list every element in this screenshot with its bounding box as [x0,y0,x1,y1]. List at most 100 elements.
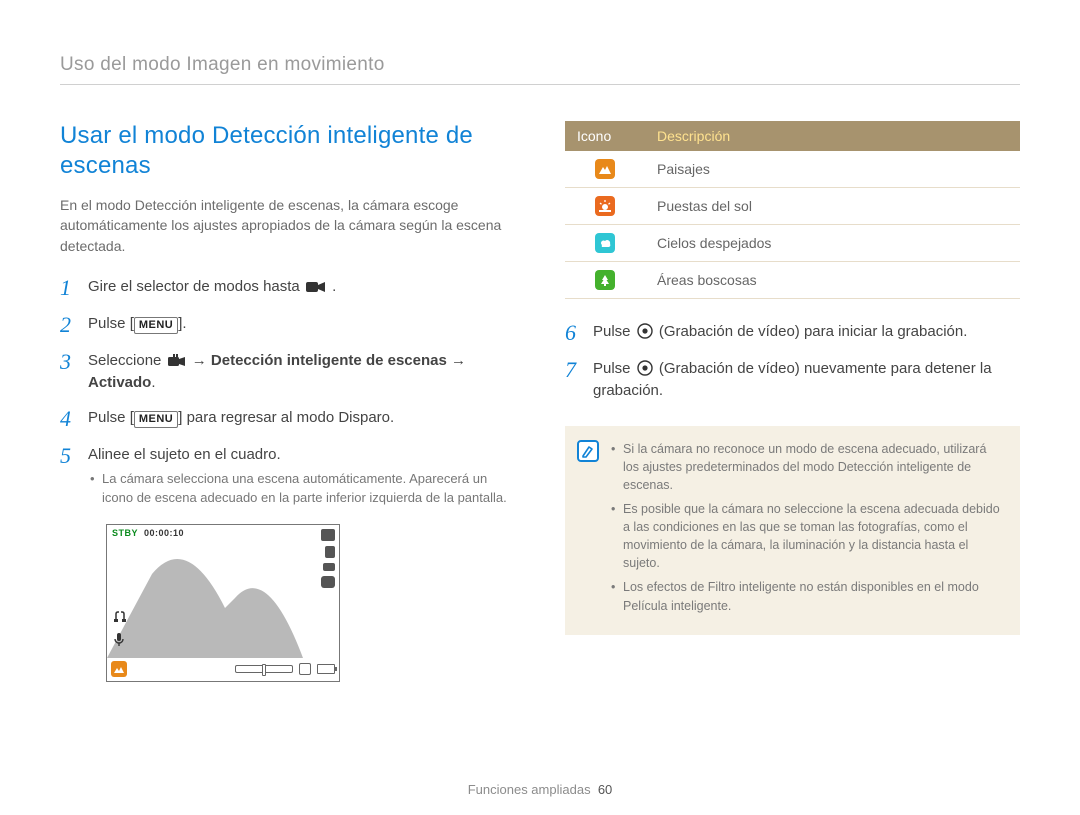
desc-cell: Áreas boscosas [645,262,1020,299]
left-column: Usar el modo Detección inteligente de es… [60,121,515,682]
step-3-text-end: . [151,374,155,391]
scene-landscape-badge [111,661,127,677]
video-mode-icon [306,280,326,294]
table-row: Áreas boscosas [565,262,1020,299]
step-text: Pulse [MENU]. [88,313,515,335]
step-number: 6 [565,321,583,344]
table-row: Paisajes [565,151,1020,188]
preview-left-icons [111,609,129,647]
mic-icon [113,633,125,647]
step-text: Gire el selector de modos hasta . [88,276,515,298]
step-number: 3 [60,350,78,373]
step-number: 2 [60,313,78,336]
step-7-text-a: Pulse [593,360,635,377]
footer-section-label: Funciones ampliadas [468,782,591,797]
landscape-icon [595,159,615,179]
steps-list: 1 Gire el selector de modos hasta . 2 Pu… [60,276,515,510]
intro-paragraph: En el modo Detección inteligente de esce… [60,195,515,256]
step-number: 7 [565,358,583,381]
desc-cell: Cielos despejados [645,225,1020,262]
page-footer: Funciones ampliadas 60 [0,782,1080,797]
arrow-text: → [192,352,211,369]
step-3-bold-2: Activado [88,374,151,391]
table-row: Cielos despejados [565,225,1020,262]
camera-icon [321,576,335,588]
preview-right-icons [321,529,335,588]
menu-key-icon: MENU [134,411,178,428]
record-button-icon [637,323,653,339]
icon-cell [565,151,645,188]
step-text: Pulse (Grabación de vídeo) para iniciar … [593,321,1020,343]
camera-preview-illustration: STBY 00:00:10 [106,524,340,682]
step-3-text-a: Seleccione [88,352,166,369]
desc-cell: Paisajes [645,151,1020,188]
step-5-sub-bullets: La cámara selecciona una escena automáti… [88,470,515,508]
note-item: Es posible que la cámara no seleccione l… [611,500,1004,573]
step-text: Seleccione → Detección inteligente de es… [88,350,515,394]
step-5-text: Alinee el sujeto en el cuadro. [88,446,281,463]
note-list: Si la cámara no reconoce un modo de esce… [611,440,1004,621]
step-6: 6 Pulse (Grabación de vídeo) para inicia… [565,321,1020,344]
step-6-text-a: Pulse [593,323,635,340]
wind-cut-icon [323,563,335,571]
note-item: Los efectos de Filtro inteligente no est… [611,578,1004,614]
step-4: 4 Pulse [MENU] para regresar al modo Dis… [60,407,515,430]
step-text: Pulse [MENU] para regresar al modo Dispa… [88,407,515,429]
stby-indicator: STBY [112,528,138,538]
sub-bullet: La cámara selecciona una escena automáti… [88,470,515,508]
note-box: Si la cámara no reconoce un modo de esce… [565,426,1020,635]
page-number: 60 [598,782,612,797]
step-4-text-b: ] para regresar al modo Disparo. [178,409,394,426]
zoom-bar [235,665,293,673]
preview-status-cluster [235,663,335,675]
sunset-icon [595,196,615,216]
step-2-text-a: Pulse [ [88,315,134,332]
step-1-text-b: . [332,278,336,295]
note-item: Si la cámara no reconoce un modo de esce… [611,440,1004,494]
steps-list-right: 6 Pulse (Grabación de vídeo) para inicia… [565,321,1020,402]
step-3-bold-1: Detección inteligente de escenas [211,352,447,369]
section-title: Usar el modo Detección inteligente de es… [60,121,515,181]
scene-icon-table: Icono Descripción Paisajes [565,121,1020,299]
right-column: Icono Descripción Paisajes [565,121,1020,682]
forest-icon [595,270,615,290]
step-text: Alinee el sujeto en el cuadro. La cámara… [88,444,515,509]
desc-cell: Puestas del sol [645,188,1020,225]
step-7: 7 Pulse (Grabación de vídeo) nuevamente … [565,358,1020,402]
arrow-text: → [447,352,466,369]
step-number: 5 [60,444,78,467]
two-column-layout: Usar el modo Detección inteligente de es… [60,121,1020,682]
step-text: Pulse (Grabación de vídeo) nuevamente pa… [593,358,1020,402]
step-2-text-b: ]. [178,315,186,332]
table-header-icon: Icono [565,121,645,151]
quality-icon [321,529,335,541]
fps-icon [325,546,335,558]
icon-cell [565,262,645,299]
battery-icon [317,664,335,674]
preview-topbar: STBY 00:00:10 [107,525,339,538]
recording-timer: 00:00:10 [144,528,184,538]
icon-cell [565,225,645,262]
chapter-header: Uso del modo Imagen en movimiento [60,54,1020,85]
step-1: 1 Gire el selector de modos hasta . [60,276,515,299]
step-7-text-b: (Grabación de vídeo) nuevamente para det… [593,360,992,399]
step-number: 4 [60,407,78,430]
record-button-icon [637,360,653,376]
step-2: 2 Pulse [MENU]. [60,313,515,336]
step-1-text-a: Gire el selector de modos hasta [88,278,304,295]
table-row: Puestas del sol [565,188,1020,225]
step-4-text-a: Pulse [ [88,409,134,426]
icon-cell [565,188,645,225]
table-header-desc: Descripción [645,121,1020,151]
film-settings-icon [168,354,186,368]
preview-bottombar [107,658,339,681]
step-3: 3 Seleccione → Detección inteligente de … [60,350,515,394]
step-5: 5 Alinee el sujeto en el cuadro. La cáma… [60,444,515,509]
mountains-graphic [107,538,339,658]
menu-key-icon: MENU [134,317,178,334]
manual-page: Uso del modo Imagen en movimiento Usar e… [0,0,1080,682]
note-icon [577,440,599,462]
stabilizer-icon [113,609,127,623]
step-6-text-b: (Grabación de vídeo) para iniciar la gra… [659,323,968,340]
clear-sky-icon [595,233,615,253]
